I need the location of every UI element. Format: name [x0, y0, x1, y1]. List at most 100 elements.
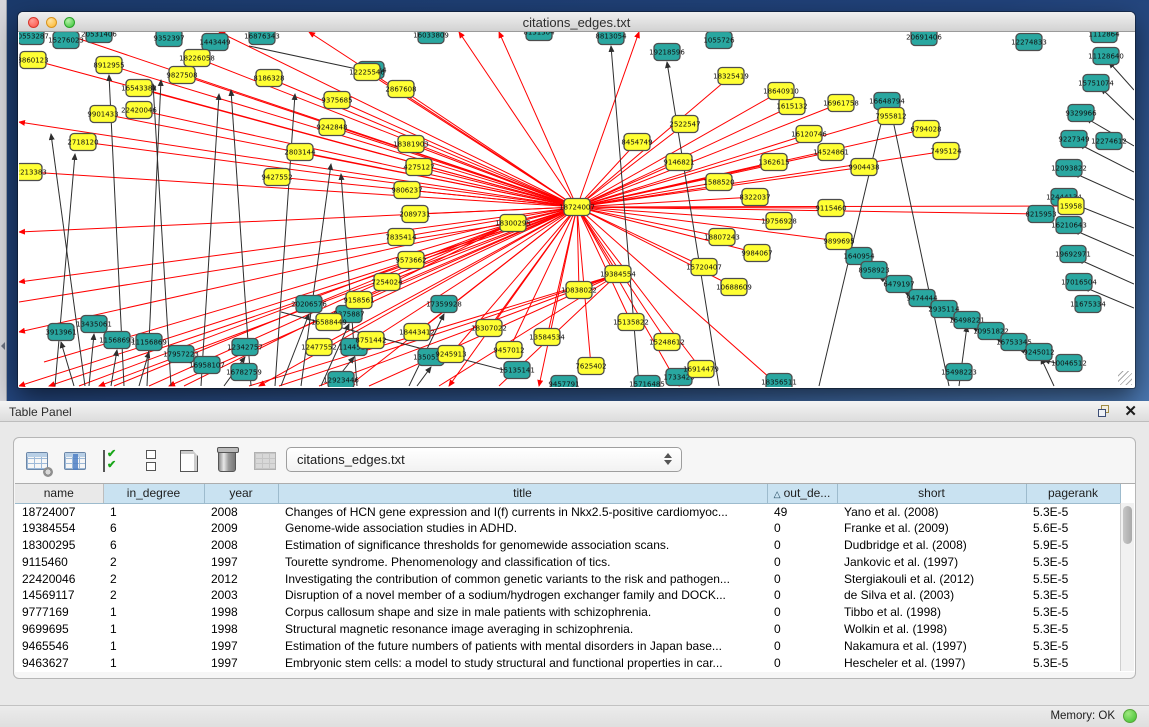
cell-short[interactable]: Tibbo et al. (1998) — [837, 604, 1026, 621]
cell-out_degree[interactable]: 0 — [767, 570, 837, 587]
table-settings-icon[interactable] — [24, 448, 50, 474]
cell-year[interactable]: 2008 — [204, 503, 278, 520]
cell-title[interactable]: Disruption of a novel member of a sodium… — [278, 587, 767, 604]
cell-short[interactable]: Dudbridge et al. (2008) — [837, 537, 1026, 554]
column-header-title[interactable]: title — [278, 484, 767, 503]
cell-pagerank[interactable]: 5.3E-5 — [1026, 637, 1120, 654]
cell-title[interactable]: Genome-wide association studies in ADHD. — [278, 520, 767, 537]
resize-grip-icon[interactable] — [1118, 371, 1132, 385]
cell-out_degree[interactable]: 0 — [767, 553, 837, 570]
new-table-icon[interactable] — [176, 448, 202, 474]
cell-title[interactable]: Estimation of the future numbers of pati… — [278, 637, 767, 654]
cell-year[interactable]: 1997 — [204, 637, 278, 654]
cell-year[interactable]: 2003 — [204, 587, 278, 604]
column-header-pagerank[interactable]: pagerank — [1026, 484, 1120, 503]
cell-title[interactable]: Changes of HCN gene expression and I(f) … — [278, 503, 767, 520]
column-header-in_degree[interactable]: in_degree — [103, 484, 204, 503]
cell-title[interactable]: Investigating the contribution of common… — [278, 570, 767, 587]
cell-year[interactable]: 2012 — [204, 570, 278, 587]
table-row[interactable]: 977716911998Corpus callosum shape and si… — [15, 604, 1120, 621]
cell-short[interactable]: de Silva et al. (2003) — [837, 587, 1026, 604]
cell-year[interactable]: 1997 — [204, 654, 278, 671]
table-row[interactable]: 1938455462009Genome-wide association stu… — [15, 520, 1120, 537]
cell-out_degree[interactable]: 0 — [767, 621, 837, 638]
cell-name[interactable]: 18724007 — [15, 503, 103, 520]
cell-pagerank[interactable]: 5.3E-5 — [1026, 621, 1120, 638]
table-header-row[interactable]: namein_degreeyeartitle△out_de...shortpag… — [15, 484, 1120, 503]
cell-in_degree[interactable]: 1 — [103, 637, 204, 654]
cell-pagerank[interactable]: 5.6E-5 — [1026, 520, 1120, 537]
cell-title[interactable]: Tourette syndrome. Phenomenology and cla… — [278, 553, 767, 570]
cell-in_degree[interactable]: 2 — [103, 570, 204, 587]
cell-in_degree[interactable]: 1 — [103, 503, 204, 520]
column-header-name[interactable]: name — [15, 484, 103, 503]
cell-short[interactable]: Wolkin et al. (1998) — [837, 621, 1026, 638]
cell-short[interactable]: Jankovic et al. (1997) — [837, 553, 1026, 570]
network-select-dropdown[interactable]: citations_edges.txt — [286, 447, 682, 472]
cell-in_degree[interactable]: 2 — [103, 587, 204, 604]
cell-pagerank[interactable]: 5.3E-5 — [1026, 654, 1120, 671]
column-header-year[interactable]: year — [204, 484, 278, 503]
row-height-icon[interactable] — [138, 448, 164, 474]
cell-in_degree[interactable]: 1 — [103, 621, 204, 638]
table-row[interactable]: 969969511998Structural magnetic resonanc… — [15, 621, 1120, 638]
cell-short[interactable]: Franke et al. (2009) — [837, 520, 1026, 537]
table-row[interactable]: 911546021997Tourette syndrome. Phenomeno… — [15, 553, 1120, 570]
cell-title[interactable]: Estimation of significance thresholds fo… — [278, 537, 767, 554]
cell-short[interactable]: Yano et al. (2008) — [837, 503, 1026, 520]
cell-in_degree[interactable]: 1 — [103, 604, 204, 621]
cell-in_degree[interactable]: 6 — [103, 537, 204, 554]
collapse-arrow-icon[interactable] — [1, 342, 5, 350]
cell-year[interactable]: 1997 — [204, 553, 278, 570]
left-split-strip[interactable] — [0, 0, 7, 401]
cell-in_degree[interactable]: 2 — [103, 553, 204, 570]
cell-pagerank[interactable]: 5.3E-5 — [1026, 587, 1120, 604]
table-row[interactable]: 946362711997Embryonic stem cells: a mode… — [15, 654, 1120, 671]
cell-in_degree[interactable]: 1 — [103, 654, 204, 671]
scrollbar-thumb[interactable] — [1123, 506, 1132, 544]
cell-short[interactable]: Nakamura et al. (1997) — [837, 637, 1026, 654]
cell-title[interactable]: Corpus callosum shape and size in male p… — [278, 604, 767, 621]
cell-year[interactable]: 1998 — [204, 604, 278, 621]
cell-year[interactable]: 2009 — [204, 520, 278, 537]
table-body[interactable]: 1872400712008Changes of HCN gene express… — [15, 503, 1120, 671]
cell-in_degree[interactable]: 6 — [103, 520, 204, 537]
table-vertical-scrollbar[interactable] — [1120, 503, 1134, 671]
cell-title[interactable]: Structural magnetic resonance image aver… — [278, 621, 767, 638]
cell-year[interactable]: 2008 — [204, 537, 278, 554]
cell-name[interactable]: 14569117 — [15, 587, 103, 604]
cell-out_degree[interactable]: 0 — [767, 637, 837, 654]
cell-out_degree[interactable]: 49 — [767, 503, 837, 520]
cell-out_degree[interactable]: 0 — [767, 537, 837, 554]
cell-pagerank[interactable]: 5.3E-5 — [1026, 503, 1120, 520]
memory-status-indicator[interactable] — [1123, 709, 1137, 723]
cell-name[interactable]: 9777169 — [15, 604, 103, 621]
table-row[interactable]: 1456911722003Disruption of a novel membe… — [15, 587, 1120, 604]
table-row[interactable]: 2242004622012Investigating the contribut… — [15, 570, 1120, 587]
cell-name[interactable]: 18300295 — [15, 537, 103, 554]
cell-pagerank[interactable]: 5.3E-5 — [1026, 553, 1120, 570]
window-titlebar[interactable]: citations_edges.txt — [18, 12, 1135, 32]
column-header-out_degree[interactable]: △out_de... — [767, 484, 837, 503]
column-header-short[interactable]: short — [837, 484, 1026, 503]
cell-out_degree[interactable]: 0 — [767, 604, 837, 621]
cell-name[interactable]: 9699695 — [15, 621, 103, 638]
network-canvas[interactable]: 1055328715276023205314069352397144344916… — [19, 32, 1134, 387]
cell-name[interactable]: 9463627 — [15, 654, 103, 671]
cell-name[interactable]: 9115460 — [15, 553, 103, 570]
network-window[interactable]: citations_edges.txt 10553287152760232053… — [18, 12, 1135, 388]
cell-title[interactable]: Embryonic stem cells: a model to study s… — [278, 654, 767, 671]
cell-pagerank[interactable]: 5.3E-5 — [1026, 604, 1120, 621]
cell-name[interactable]: 22420046 — [15, 570, 103, 587]
table-row[interactable]: 946554611997Estimation of the future num… — [15, 637, 1120, 654]
select-rows-icon[interactable] — [100, 448, 126, 474]
delete-table-icon[interactable] — [214, 448, 240, 474]
cell-short[interactable]: Hescheler et al. (1997) — [837, 654, 1026, 671]
table-row[interactable]: 1830029562008Estimation of significance … — [15, 537, 1120, 554]
cell-name[interactable]: 9465546 — [15, 637, 103, 654]
cell-name[interactable]: 19384554 — [15, 520, 103, 537]
cell-pagerank[interactable]: 5.5E-5 — [1026, 570, 1120, 587]
cell-out_degree[interactable]: 0 — [767, 654, 837, 671]
cell-pagerank[interactable]: 5.9E-5 — [1026, 537, 1120, 554]
table-row[interactable]: 1872400712008Changes of HCN gene express… — [15, 503, 1120, 520]
